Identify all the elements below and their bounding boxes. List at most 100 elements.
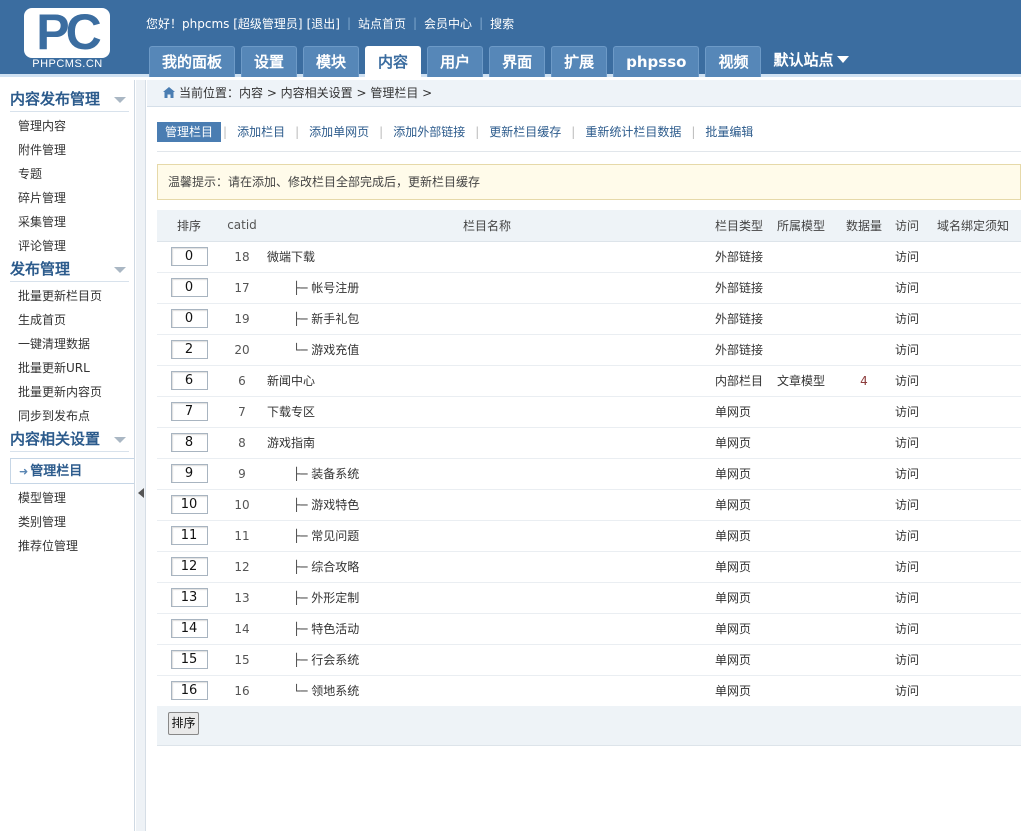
visit-link[interactable]: 访问 [891, 675, 933, 707]
tab-phpsso[interactable]: phpsso [613, 46, 700, 77]
subtab-add-category[interactable]: 添加栏目 [229, 122, 293, 142]
tab-users[interactable]: 用户 [427, 46, 484, 77]
domain-cell [933, 489, 1021, 521]
visit-link[interactable]: 访问 [891, 644, 933, 676]
tab-settings[interactable]: 设置 [241, 46, 298, 77]
sidebar-item-update-category-pages[interactable]: 批量更新栏目页 [0, 284, 134, 308]
category-type: 外部链接 [711, 334, 773, 366]
sidebar-item-special[interactable]: 专题 [0, 162, 134, 186]
phpcms-logo[interactable]: PC PHPCMS.CN [0, 0, 135, 77]
visit-link[interactable]: 访问 [891, 303, 933, 335]
catid-cell: 10 [221, 489, 263, 521]
search-link[interactable]: 搜索 [490, 15, 514, 32]
sidebar-item-manage-categories[interactable]: ➜ 管理栏目 [10, 458, 134, 484]
catid-cell: 16 [221, 675, 263, 707]
user-greeting: 您好！phpcms [超级管理员] [146, 16, 303, 31]
tab-extensions[interactable]: 扩展 [551, 46, 608, 77]
sidebar-item-models[interactable]: 模型管理 [0, 486, 134, 510]
sort-order-input[interactable]: 6 [170, 371, 208, 390]
site-home-link[interactable]: 站点首页 [358, 15, 406, 32]
visit-link[interactable]: 访问 [891, 241, 933, 273]
sort-order-input[interactable]: 11 [170, 526, 208, 545]
domain-cell [933, 365, 1021, 397]
domain-cell [933, 334, 1021, 366]
tree-branch-glyph: ├─ [293, 312, 308, 326]
visit-link[interactable]: 访问 [891, 365, 933, 397]
logout-link[interactable]: [退出] [307, 15, 340, 32]
sort-order-input[interactable]: 0 [170, 247, 208, 266]
tab-content[interactable]: 内容 [365, 46, 422, 77]
visit-link[interactable]: 访问 [891, 551, 933, 583]
name-cell: 游戏指南 [263, 427, 711, 459]
sort-order-input[interactable]: 16 [170, 681, 208, 700]
table-row: 77 下载专区 单网页 访问 [157, 396, 1021, 428]
category-model [773, 675, 837, 707]
category-model [773, 644, 837, 676]
member-center-link[interactable]: 会员中心 [424, 15, 472, 32]
sort-button[interactable]: 排序 [168, 712, 199, 735]
category-model [773, 334, 837, 366]
sidebar-item-manage-content[interactable]: 管理内容 [0, 114, 134, 138]
tab-video[interactable]: 视频 [705, 46, 762, 77]
name-cell: 微端下载 [263, 241, 711, 273]
data-count [837, 396, 891, 428]
category-type: 内部栏目 [711, 365, 773, 397]
category-model [773, 272, 837, 304]
sidebar-item-attachments[interactable]: 附件管理 [0, 138, 134, 162]
sort-order-input[interactable]: 12 [170, 557, 208, 576]
sort-cell: 15 [157, 644, 221, 676]
tab-interface[interactable]: 界面 [489, 46, 546, 77]
visit-link[interactable]: 访问 [891, 458, 933, 490]
sort-order-input[interactable]: 14 [170, 619, 208, 638]
sort-order-input[interactable]: 2 [170, 340, 208, 359]
sort-order-input[interactable]: 15 [170, 650, 208, 669]
sort-order-input[interactable]: 13 [170, 588, 208, 607]
sidebar-collapse-handle[interactable] [136, 80, 146, 831]
subtab-add-external-link[interactable]: 添加外部链接 [385, 122, 473, 142]
visit-link[interactable]: 访问 [891, 272, 933, 304]
subtab-manage-categories[interactable]: 管理栏目 [157, 122, 222, 142]
sidebar-group-publish[interactable]: 发布管理 [0, 258, 134, 284]
catid-cell: 20 [221, 334, 263, 366]
sidebar-item-collect[interactable]: 采集管理 [0, 210, 134, 234]
sort-order-input[interactable]: 8 [170, 433, 208, 452]
sidebar-item-positions[interactable]: 推荐位管理 [0, 534, 134, 558]
visit-link[interactable]: 访问 [891, 520, 933, 552]
sort-order-input[interactable]: 9 [170, 464, 208, 483]
visit-link[interactable]: 访问 [891, 427, 933, 459]
sidebar-group-content-settings[interactable]: 内容相关设置 [0, 428, 134, 454]
subtab-batch-edit[interactable]: 批量编辑 [697, 122, 761, 142]
name-cell: ├─ 帐号注册 [263, 272, 711, 304]
sidebar-item-generate-index[interactable]: 生成首页 [0, 308, 134, 332]
subtab-update-cache[interactable]: 更新栏目缓存 [481, 122, 569, 142]
visit-link[interactable]: 访问 [891, 613, 933, 645]
home-icon [163, 87, 175, 98]
visit-link[interactable]: 访问 [891, 582, 933, 614]
sort-order-input[interactable]: 10 [170, 495, 208, 514]
sort-order-input[interactable]: 0 [170, 309, 208, 328]
sidebar-item-sync-publish-point[interactable]: 同步到发布点 [0, 404, 134, 428]
sort-order-input[interactable]: 0 [170, 278, 208, 297]
tab-modules[interactable]: 模块 [303, 46, 360, 77]
category-type: 外部链接 [711, 303, 773, 335]
sidebar-item-update-url[interactable]: 批量更新URL [0, 356, 134, 380]
sidebar-item-clean-data[interactable]: 一键清理数据 [0, 332, 134, 356]
sidebar-item-update-content-pages[interactable]: 批量更新内容页 [0, 380, 134, 404]
visit-link[interactable]: 访问 [891, 489, 933, 521]
sidebar-group-content-publish[interactable]: 内容发布管理 [0, 88, 134, 114]
sidebar-item-comments[interactable]: 评论管理 [0, 234, 134, 258]
sidebar-item-types[interactable]: 类别管理 [0, 510, 134, 534]
subtab-add-single-page[interactable]: 添加单网页 [301, 122, 377, 142]
table-row: 11 11 ├─ 常见问题 单网页 访问 [157, 520, 1021, 552]
tree-branch-glyph: └─ [293, 343, 308, 357]
sort-order-input[interactable]: 7 [170, 402, 208, 421]
site-selector[interactable]: 默认站点 [767, 46, 855, 77]
col-type: 栏目类型 [711, 210, 773, 242]
visit-link[interactable]: 访问 [891, 334, 933, 366]
sidebar-item-blocks[interactable]: 碎片管理 [0, 186, 134, 210]
visit-link[interactable]: 访问 [891, 396, 933, 428]
tab-panel[interactable]: 我的面板 [149, 46, 236, 77]
separator: | [479, 16, 484, 30]
name-cell: ├─ 外形定制 [263, 582, 711, 614]
subtab-recount-data[interactable]: 重新统计栏目数据 [577, 122, 689, 142]
